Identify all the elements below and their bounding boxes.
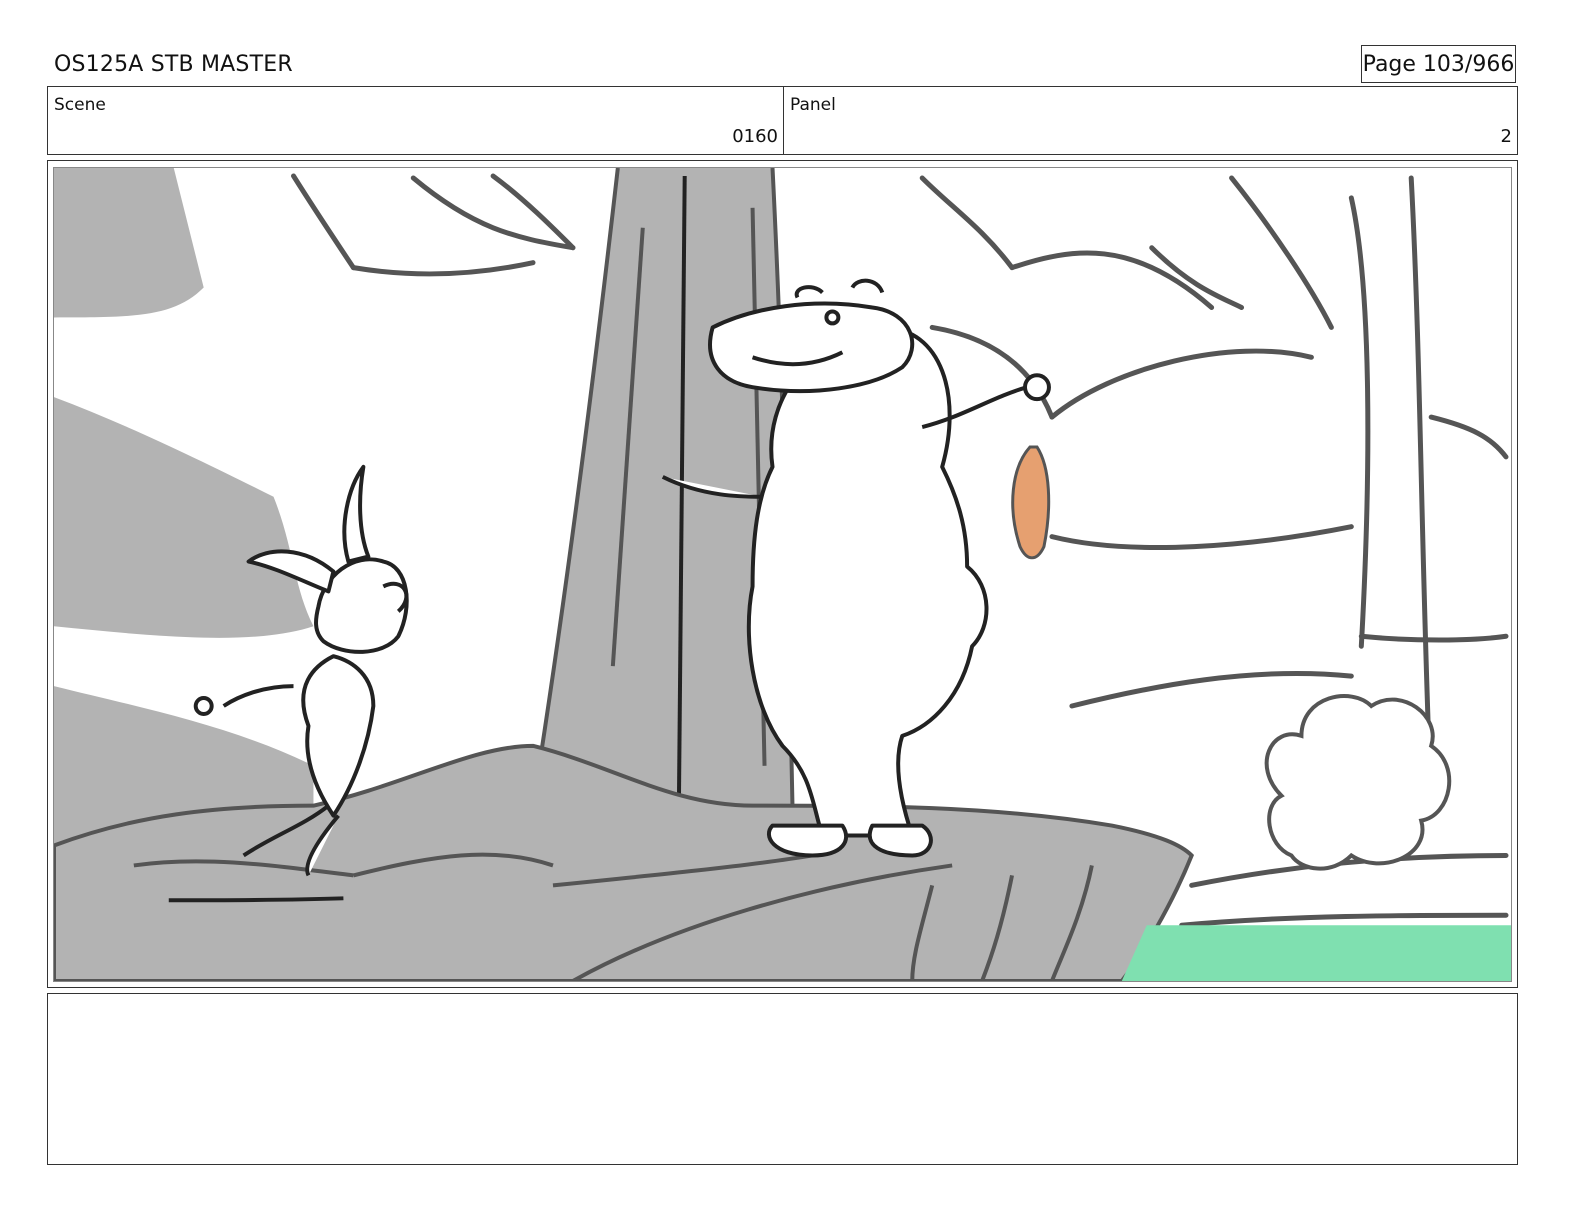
storyboard-image: [53, 167, 1512, 982]
sketch-illustration: [54, 168, 1511, 981]
ground-shadow: [168, 896, 344, 903]
scene-panel-info: Scene 0160 Panel 2: [47, 86, 1518, 155]
scene-label: Scene: [54, 95, 106, 115]
document-title: OS125A STB MASTER: [54, 52, 293, 77]
fish: [1011, 445, 1051, 560]
panel-number: 2: [1500, 126, 1512, 147]
scene-cell: Scene 0160: [48, 87, 784, 154]
panel-label: Panel: [790, 95, 836, 115]
water: [1121, 925, 1511, 981]
storyboard-frame: [47, 160, 1518, 988]
panel-cell: Panel 2: [784, 87, 1517, 154]
bush: [1264, 694, 1452, 871]
notes-area: [47, 993, 1518, 1165]
scene-number: 0160: [732, 126, 778, 147]
left-tree-shadow: [54, 168, 314, 866]
page-number: Page 103/966: [1361, 45, 1516, 83]
